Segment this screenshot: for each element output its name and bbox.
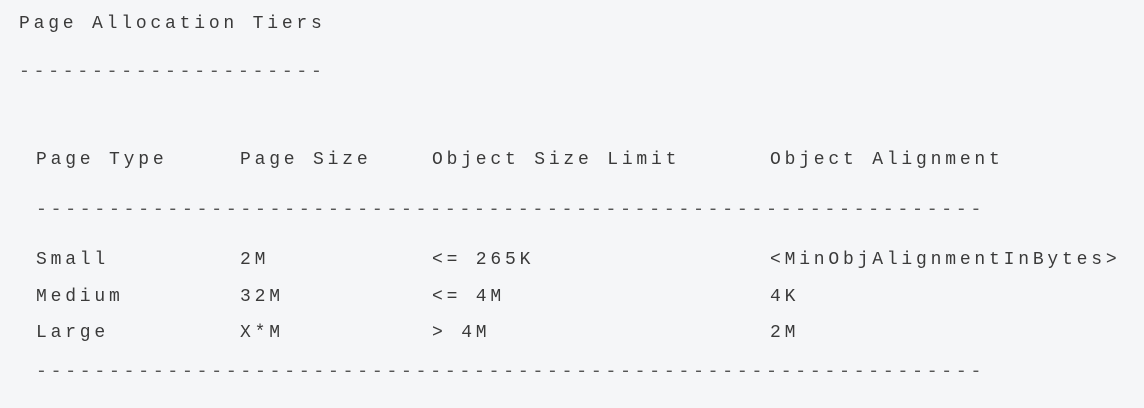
cell-page-size: 32M bbox=[240, 287, 284, 307]
header-page-type: Page Type bbox=[36, 150, 168, 170]
cell-object-alignment: 2M bbox=[770, 323, 800, 343]
cell-object-size-limit: <= 4M bbox=[432, 287, 506, 307]
title-divider: --------------------- bbox=[19, 62, 326, 82]
header-page-size: Page Size bbox=[240, 150, 372, 170]
cell-page-size: X*M bbox=[240, 323, 284, 343]
cell-page-type: Small bbox=[36, 250, 110, 270]
cell-object-alignment: 4K bbox=[770, 287, 800, 307]
cell-page-size: 2M bbox=[240, 250, 270, 270]
cell-object-alignment: <MinObjAlignmentInBytes> bbox=[770, 250, 1121, 270]
footer-divider: ----------------------------------------… bbox=[36, 362, 986, 382]
page-title: Page Allocation Tiers bbox=[19, 14, 326, 34]
cell-page-type: Large bbox=[36, 323, 110, 343]
cell-page-type: Medium bbox=[36, 287, 124, 307]
header-divider: ----------------------------------------… bbox=[36, 200, 986, 220]
cell-object-size-limit: <= 265K bbox=[432, 250, 535, 270]
header-object-size-limit: Object Size Limit bbox=[432, 150, 681, 170]
cell-object-size-limit: > 4M bbox=[432, 323, 491, 343]
header-object-alignment: Object Alignment bbox=[770, 150, 1004, 170]
